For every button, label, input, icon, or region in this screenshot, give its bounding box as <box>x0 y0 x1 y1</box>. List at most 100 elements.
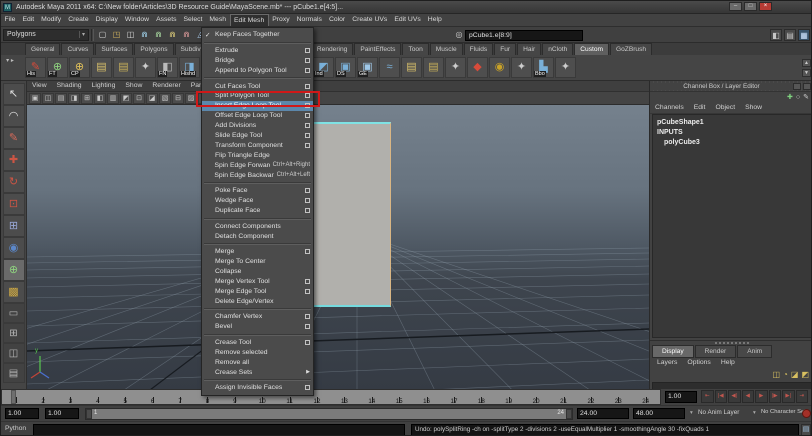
layer-editor-tab[interactable]: Render <box>695 345 737 358</box>
textured-icon[interactable]: ◩ <box>120 93 132 104</box>
option-box-icon[interactable] <box>305 208 310 213</box>
shelf-item-red-tool[interactable]: ◆ <box>467 57 488 78</box>
shelf-item-stack-3[interactable]: ▤ <box>401 57 422 78</box>
edit-mesh-menu-item[interactable]: ✓ Wedge Face ▶ <box>202 196 313 206</box>
shelf-item-stack-2[interactable]: ▤ <box>113 57 134 78</box>
shelf-item-hishd[interactable]: ◨Hishd <box>179 57 200 78</box>
panel-menu[interactable]: Show <box>120 81 147 91</box>
wireframe-icon[interactable]: ◧ <box>94 93 106 104</box>
step-forward-frame-button[interactable]: ▶| <box>782 390 795 403</box>
layer-editor-tab[interactable]: Anim <box>737 345 772 358</box>
edit-mesh-menu-item[interactable]: ✓ Merge ▶ <box>202 247 313 257</box>
shelf-tab[interactable]: Hair <box>517 43 541 55</box>
animation-start-field[interactable]: 1.00 <box>5 408 39 419</box>
empty-layer-icon[interactable]: ◔ <box>783 370 788 379</box>
shelf-item-hand-1[interactable]: ✦ <box>135 57 156 78</box>
soft-modification-tool[interactable]: ◉ <box>3 237 25 259</box>
shelf-tab[interactable]: Toon <box>402 43 428 55</box>
shelf-tab[interactable]: General <box>25 43 60 55</box>
edit-mesh-menu-item[interactable]: ✓ Detach Component ▶ <box>202 231 313 241</box>
maximize-button[interactable]: □ <box>744 2 757 11</box>
move-tool[interactable]: ✚ <box>3 149 25 171</box>
toggle-attribute-editor-icon[interactable]: ◧ <box>770 29 782 41</box>
edit-mesh-menu-item[interactable]: ✓ Offset Edge Loop Tool ▶ <box>202 111 313 121</box>
layer-editor-menu[interactable]: Options <box>682 358 715 368</box>
edit-mesh-menu-item[interactable]: ✓ Bevel ▶ <box>202 322 313 332</box>
shelf-tab[interactable]: PaintEffects <box>354 43 401 55</box>
menu[interactable]: Modify <box>38 14 65 26</box>
menu[interactable]: Edit UVs <box>391 14 424 26</box>
command-line-input[interactable] <box>33 424 405 436</box>
image-plane-icon[interactable]: ⊞ <box>81 93 93 104</box>
edit-mesh-menu-item[interactable]: ✓ Assign Invisible Faces ▶ <box>202 383 313 393</box>
step-forward-key-button[interactable]: |▶ <box>769 390 782 403</box>
time-slider[interactable]: 123456789101112131415161718192021222324 <box>1 389 661 405</box>
shelf-tab[interactable]: GoZBrush <box>610 43 652 55</box>
shelf-item-ge[interactable]: ▣GE <box>357 57 378 78</box>
toggle-channel-box-icon[interactable]: ▦ <box>798 29 810 41</box>
step-back-key-button[interactable]: ◀| <box>728 390 741 403</box>
shelf-item-cp[interactable]: ⊕CP <box>69 57 90 78</box>
option-box-icon[interactable] <box>305 113 310 118</box>
option-box-icon[interactable] <box>305 48 310 53</box>
shelf-item-ind[interactable]: ◩Ind <box>313 57 334 78</box>
shelf-tab[interactable]: Fur <box>494 43 516 55</box>
menu[interactable]: Display <box>92 14 121 26</box>
select-camera-icon[interactable]: ▣ <box>29 93 41 104</box>
shelf-item-hand-3[interactable]: ✦ <box>511 57 532 78</box>
shelf-scroll-down-icon[interactable]: ▼ <box>802 69 811 77</box>
edit-mesh-menu-item[interactable]: ✓ Transform Component ▶ <box>202 141 313 151</box>
move-layer-up-icon[interactable]: ◫ <box>772 370 780 379</box>
toggle-tool-settings-icon[interactable]: ▤ <box>784 29 796 41</box>
animation-end-field[interactable]: 48.00 <box>633 408 685 419</box>
edit-mesh-menu-item[interactable]: ✓ Bridge ▶ <box>202 56 313 66</box>
edit-mesh-menu-item[interactable]: ✓ Spin Edge Backward Ctrl+Alt+Left ▶ <box>202 170 313 180</box>
snap-to-plane-icon[interactable]: ⋒ <box>180 28 193 41</box>
speed-fast-icon[interactable]: ✎ <box>803 93 809 102</box>
shelf-item-stack-1[interactable]: ▤ <box>91 57 112 78</box>
shelf-tab[interactable]: Surfaces <box>95 43 133 55</box>
option-box-icon[interactable] <box>305 188 310 193</box>
edit-mesh-menu-item[interactable]: ✓ Merge Vertex Tool ▶ <box>202 277 313 287</box>
command-line-language-label[interactable]: Python <box>5 425 26 432</box>
snap-to-curve-icon[interactable]: ⋒ <box>152 28 165 41</box>
option-box-icon[interactable] <box>305 68 310 73</box>
playback-start-field[interactable]: 1.00 <box>45 408 79 419</box>
edit-mesh-menu-item[interactable]: ✓ Chamfer Vertex ▶ <box>202 312 313 322</box>
new-scene-icon[interactable]: ▢ <box>96 28 109 41</box>
scale-tool[interactable]: ⊡ <box>3 193 25 215</box>
snap-to-grid-icon[interactable]: ⋒ <box>138 28 151 41</box>
four-pane-layout[interactable]: ⊞ <box>3 323 25 343</box>
last-tool-used[interactable]: ▩ <box>3 281 25 303</box>
option-box-icon[interactable] <box>305 314 310 319</box>
edit-mesh-menu-item[interactable]: ✓ Poke Face ▶ <box>202 186 313 196</box>
select-tool[interactable]: ↖ <box>3 83 25 105</box>
shaded-icon[interactable]: ▥ <box>107 93 119 104</box>
option-box-icon[interactable] <box>305 385 310 390</box>
persp-outliner-layout[interactable]: ▤ <box>3 363 25 383</box>
playback-end-field[interactable]: 24.00 <box>577 408 629 419</box>
menu[interactable]: Help <box>424 14 445 26</box>
option-box-icon[interactable] <box>305 143 310 148</box>
edit-mesh-menu-item[interactable]: ✓ Spin Edge Forward Ctrl+Alt+Right ▶ <box>202 160 313 170</box>
panel-menu[interactable]: Renderer <box>147 81 185 91</box>
resolution-gate-icon[interactable]: ▧ <box>159 93 171 104</box>
close-button[interactable]: × <box>759 2 772 11</box>
step-back-frame-button[interactable]: |◀ <box>715 390 728 403</box>
selection-input[interactable]: pCube1.e[8:9] <box>465 30 583 41</box>
menu[interactable]: Create UVs <box>349 14 391 26</box>
panel-menu[interactable]: View <box>27 81 52 91</box>
menu[interactable]: Create <box>65 14 92 26</box>
edit-mesh-menu-item[interactable]: ✓ Connect Components ▶ <box>202 221 313 231</box>
edit-mesh-menu-item[interactable]: ✓ Flip Triangle Edge ▶ <box>202 150 313 160</box>
edit-mesh-menu-item[interactable]: ✓ Crease Tool ▶ <box>202 338 313 348</box>
shelf-item-hand-2[interactable]: ✦ <box>445 57 466 78</box>
layer-editor-tab[interactable]: Display <box>652 345 694 358</box>
menu[interactable]: Proxy <box>269 14 293 26</box>
edit-mesh-menu-item[interactable]: ✓ Keep Faces Together ▶ <box>202 30 313 40</box>
pcube-mesh[interactable] <box>305 122 391 307</box>
edit-mesh-menu-item[interactable]: ✓ Crease Sets ▶ <box>202 367 313 377</box>
select-by-name-icon[interactable]: ◎ <box>453 29 465 41</box>
shelf-scroll-up-icon[interactable]: ▲ <box>802 59 811 67</box>
film-gate-icon[interactable]: ⊟ <box>172 93 184 104</box>
